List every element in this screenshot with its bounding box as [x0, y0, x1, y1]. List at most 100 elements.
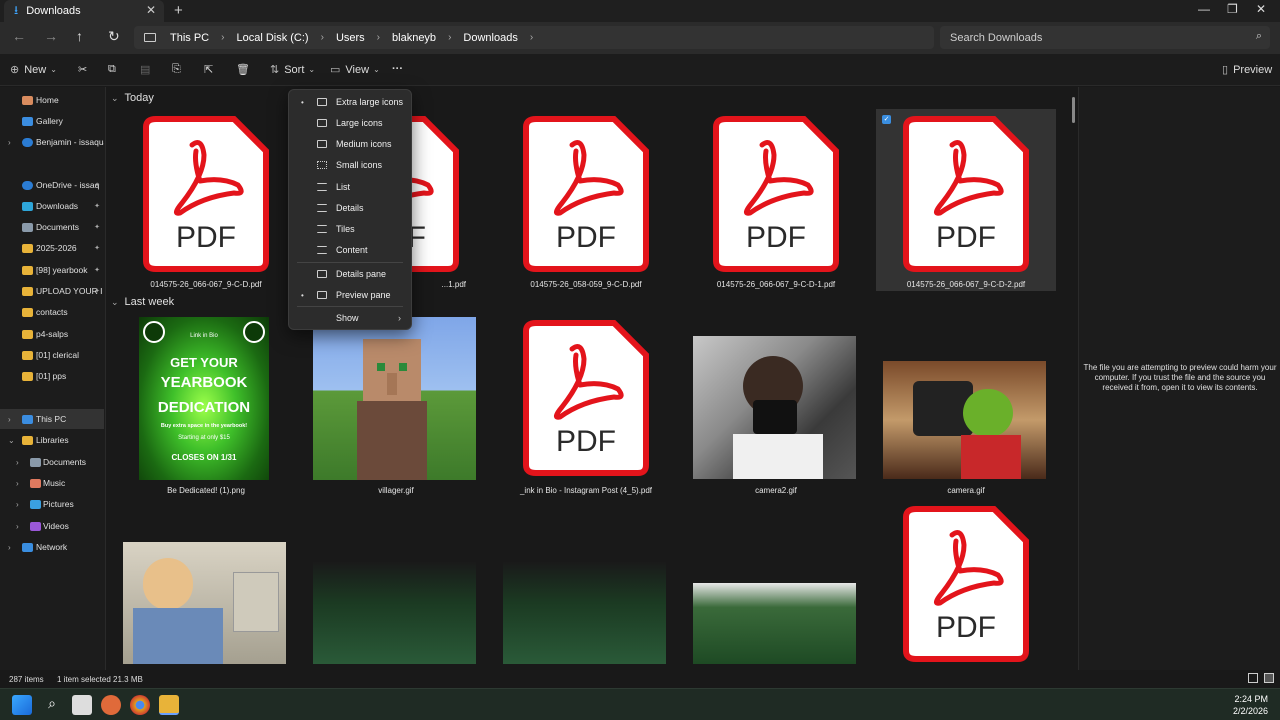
sidebar-item-2025-2026[interactable]: 2025-2026 ✦ [0, 238, 104, 258]
new-button[interactable]: ⊕ New ⌄ [10, 63, 62, 77]
preview-button[interactable]: ▯ Preview [1222, 63, 1272, 77]
sidebar-item-onedrive[interactable]: OneDrive - issaq ✦ [0, 175, 104, 195]
sidebar-item-downloads[interactable]: Downloads ✦ [0, 196, 104, 216]
checkbox-checked-icon[interactable]: ✓ [882, 115, 891, 124]
file-item[interactable]: Link in Bio GET YOUR YEARBOOK DEDICATION… [116, 315, 296, 497]
address-bar[interactable]: This PC › Local Disk (C:) › Users › blak… [134, 26, 934, 49]
file-explorer-icon[interactable] [159, 695, 179, 715]
sidebar-item-music[interactable]: › Music [0, 473, 104, 493]
tab-downloads[interactable]: ⭳ Downloads ✕ [4, 0, 164, 22]
minimize-button[interactable]: — [1198, 2, 1210, 16]
chevron-down-icon[interactable]: ⌄ [111, 93, 119, 104]
file-item[interactable]: camera.gif [876, 315, 1056, 497]
forward-button[interactable]: → [44, 28, 58, 44]
search-icon[interactable]: ⌕ [42, 695, 62, 715]
menu-item-content[interactable]: Content [289, 240, 411, 260]
tab-close-icon[interactable]: ✕ [146, 3, 156, 17]
menu-item-large-icons[interactable]: Large icons [289, 113, 411, 133]
search-icon[interactable]: ⌕ [1256, 30, 1262, 43]
refresh-button[interactable]: ↻ [108, 28, 120, 45]
task-view-icon[interactable] [72, 695, 92, 715]
file-item[interactable]: villager.gif [306, 315, 486, 497]
file-item[interactable] [306, 539, 486, 670]
breadcrumb-local-disk[interactable]: Local Disk (C:) [236, 32, 308, 44]
chevron-right-icon[interactable]: › [8, 138, 11, 147]
breadcrumb-this-pc[interactable]: This PC [170, 32, 209, 44]
menu-item-details-pane[interactable]: Details pane [289, 264, 411, 284]
close-window-button[interactable]: ✕ [1256, 2, 1266, 16]
up-button[interactable]: ↑ [76, 28, 83, 44]
menu-item-extra-large-icons[interactable]: • Extra large icons [289, 92, 411, 112]
file-item[interactable]: PDF [876, 503, 1056, 670]
share-icon[interactable]: ⇱ [204, 63, 213, 76]
menu-item-preview-pane[interactable]: • Preview pane [289, 285, 411, 305]
breadcrumb-users[interactable]: Users [336, 32, 365, 44]
menu-item-tiles[interactable]: Tiles [289, 219, 411, 239]
new-tab-button[interactable]: + [174, 2, 183, 19]
chevron-right-icon[interactable]: › [8, 543, 11, 552]
sidebar-item-pps[interactable]: [01] pps [0, 366, 104, 386]
breadcrumb-separator[interactable]: › [530, 32, 533, 43]
menu-item-show[interactable]: Show › [289, 308, 411, 328]
sidebar-item-upload[interactable]: UPLOAD YOUR I ✦ [0, 281, 104, 301]
sidebar-item-contacts[interactable]: contacts [0, 302, 104, 322]
rename-icon[interactable]: ⎘ [172, 63, 181, 76]
system-clock[interactable]: 2:24 PM 2/2/2026 [1233, 693, 1268, 717]
sidebar-item-clerical[interactable]: [01] clerical [0, 345, 104, 365]
breadcrumb-downloads[interactable]: Downloads [463, 32, 517, 44]
menu-item-medium-icons[interactable]: Medium icons [289, 134, 411, 154]
file-item[interactable] [496, 539, 676, 670]
chevron-down-icon[interactable]: ⌄ [111, 297, 119, 308]
file-item[interactable]: PDF 014575-26_066-067_9-C-D-1.pdf [686, 109, 866, 295]
cut-icon[interactable]: ✂ [78, 63, 87, 76]
group-header-last-week[interactable]: ⌄ Last week [111, 296, 174, 308]
chevron-down-icon[interactable]: ⌄ [8, 436, 15, 445]
chevron-right-icon[interactable]: › [16, 500, 19, 509]
search-input[interactable]: Search Downloads ⌕ [940, 26, 1270, 49]
sidebar-item-gallery[interactable]: Gallery [0, 111, 104, 131]
group-header-today[interactable]: ⌄ Today [111, 92, 154, 104]
large-icons-view-icon[interactable] [1264, 673, 1274, 683]
start-icon[interactable] [12, 695, 32, 715]
view-button[interactable]: ▭ View ⌄ [330, 63, 385, 77]
file-item[interactable] [686, 539, 866, 670]
sidebar-item-yearbook[interactable]: [98] yearbook ✦ [0, 260, 104, 280]
vertical-scrollbar[interactable] [1072, 97, 1075, 123]
file-item[interactable] [116, 539, 296, 670]
paste-icon[interactable]: ▤ [140, 63, 150, 76]
back-button[interactable]: ← [12, 28, 26, 44]
sort-button[interactable]: ⇅ Sort ⌄ [270, 63, 320, 77]
file-item[interactable]: PDF _ink in Bio - Instagram Post (4_5).p… [496, 315, 676, 497]
menu-item-list[interactable]: List [289, 177, 411, 197]
file-item-selected[interactable]: ✓ PDF 014575-26_066-067_9-C-D-2.pdf [876, 109, 1056, 291]
sidebar-item-this-pc[interactable]: › This PC [0, 409, 104, 429]
maximize-button[interactable]: ❐ [1227, 2, 1238, 16]
chevron-right-icon[interactable]: › [16, 522, 19, 531]
app-icon[interactable] [101, 695, 121, 715]
chevron-right-icon[interactable]: › [8, 415, 11, 424]
sidebar-item-p4-salps[interactable]: p4-salps [0, 324, 104, 344]
sidebar-item-network[interactable]: › Network [0, 537, 104, 557]
menu-item-details[interactable]: Details [289, 198, 411, 218]
sidebar-item-documents[interactable]: Documents ✦ [0, 217, 104, 237]
chrome-icon[interactable] [130, 695, 150, 715]
file-item[interactable]: PDF 014575-26_058-059_9-C-D.pdf [496, 109, 676, 295]
selection-info: 1 item selected 21.3 MB [57, 675, 143, 684]
more-options-button[interactable]: ··· [392, 63, 403, 75]
sidebar-item-videos[interactable]: › Videos [0, 516, 104, 536]
sidebar-item-lib-documents[interactable]: › Documents [0, 452, 104, 472]
file-item[interactable]: PDF 014575-26_066-067_9-C-D.pdf [116, 109, 296, 295]
menu-item-small-icons[interactable]: Small icons [289, 155, 411, 175]
copy-icon[interactable]: ⧉ [108, 63, 116, 76]
sidebar-item-onedrive-personal[interactable]: › Benjamin - issaqua [0, 132, 104, 152]
chevron-right-icon[interactable]: › [16, 479, 19, 488]
sidebar-item-home[interactable]: Home [0, 90, 104, 110]
sidebar-item-pictures[interactable]: › Pictures [0, 494, 104, 514]
details-view-icon[interactable] [1248, 673, 1258, 683]
delete-icon[interactable]: 🗑 [236, 63, 250, 76]
sidebar-item-libraries[interactable]: ⌄ Libraries [0, 430, 104, 450]
menu-item-label: Show [336, 313, 359, 323]
file-item[interactable]: camera2.gif [686, 315, 866, 497]
chevron-right-icon[interactable]: › [16, 458, 19, 467]
breadcrumb-user[interactable]: blakneyb [392, 32, 436, 44]
